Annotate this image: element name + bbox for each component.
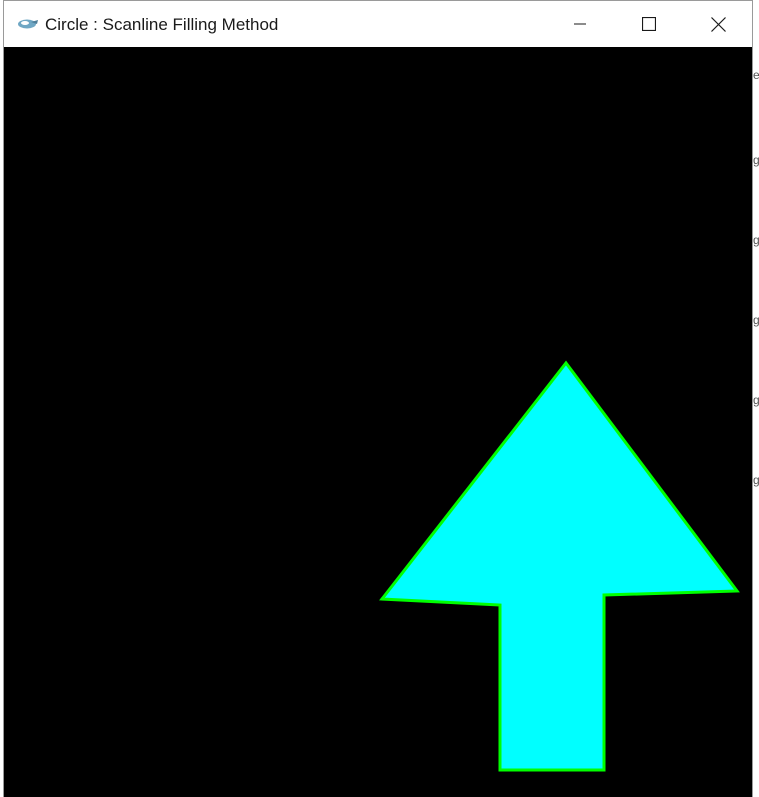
background-text-fragment: e [753,68,759,82]
background-text-fragment: g [753,233,759,247]
drawing-canvas[interactable] [4,47,752,797]
title-bar[interactable]: Circle : Scanline Filling Method [4,0,752,47]
app-icon [17,17,39,31]
maximize-icon [642,17,656,31]
background-text-fragment: g [753,393,759,407]
background-text-fragment: g [753,153,759,167]
app-window: Circle : Scanline Filling Method [3,0,753,797]
background-text-fragment: g [753,313,759,327]
close-icon [710,16,726,32]
arrow-up-shape [379,360,740,772]
background-window-edge: e g g g g g [753,0,759,797]
minimize-icon [574,23,586,25]
window-title: Circle : Scanline Filling Method [45,15,279,34]
close-button[interactable] [695,1,741,47]
background-text-fragment: g [753,473,759,487]
maximize-button[interactable] [626,1,672,47]
minimize-button[interactable] [557,1,603,47]
